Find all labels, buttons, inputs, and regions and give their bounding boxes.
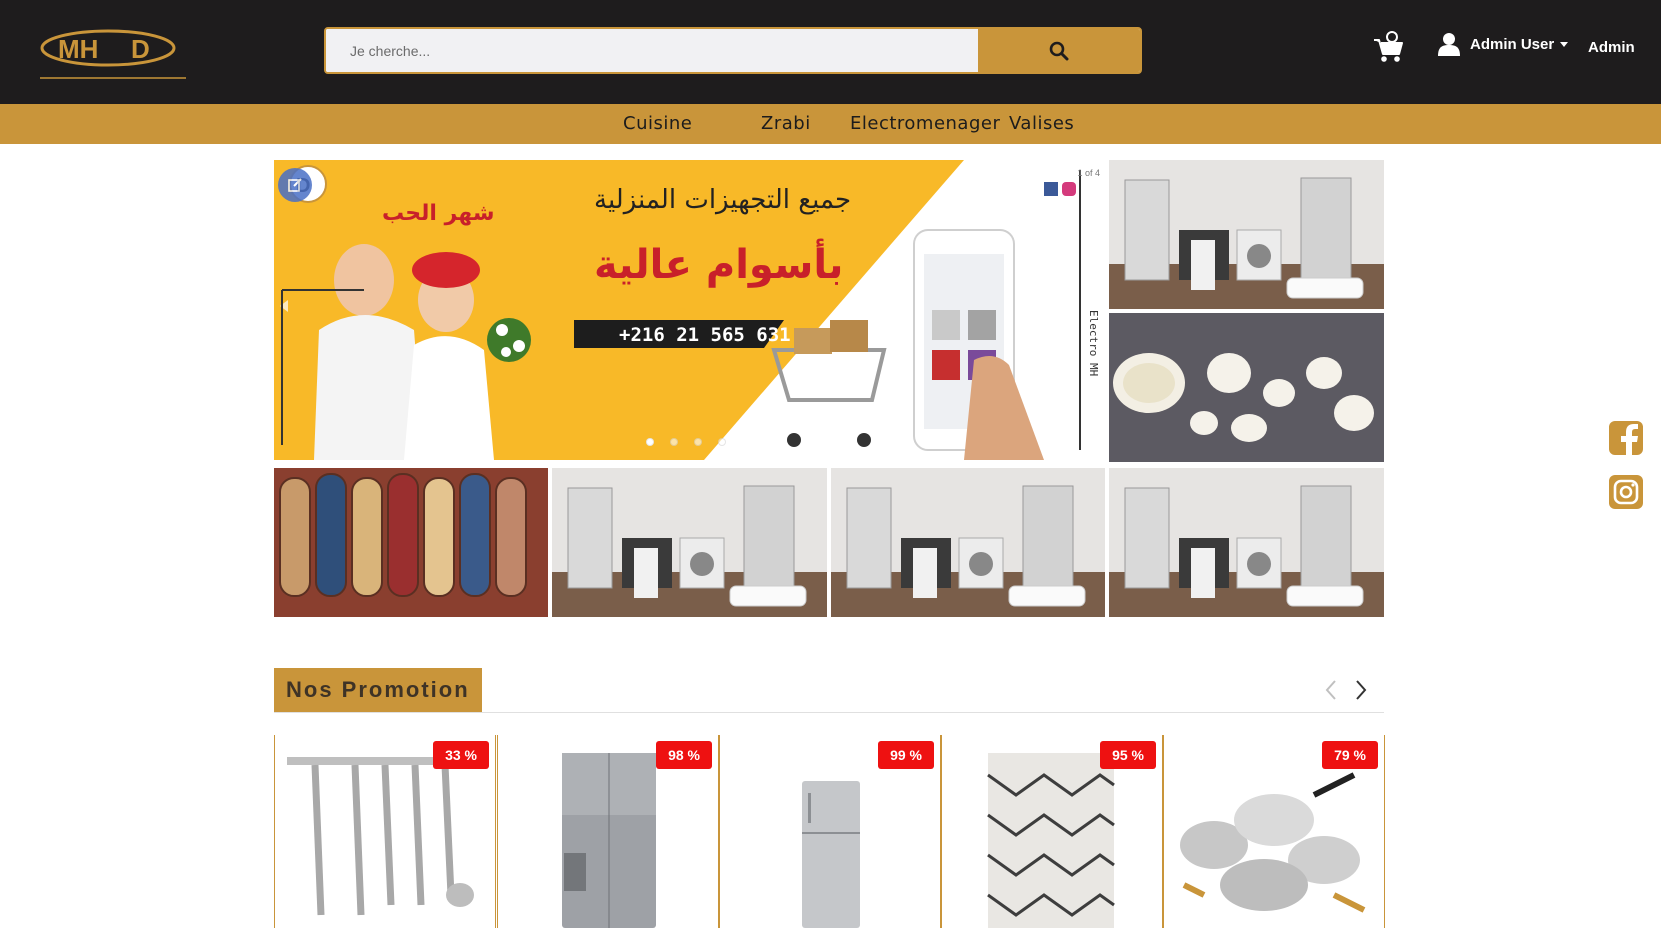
banner-phone: +216 21 565 631 [619,324,791,346]
edit-icon[interactable] [278,168,312,202]
promo-divider [274,712,1384,713]
thumb-appliances-2[interactable] [552,468,827,617]
top-header: MH D Admin User Admin [0,0,1661,104]
thumb-rugs[interactable] [274,468,548,617]
nav-item-valises[interactable]: Valises [1009,113,1074,134]
admin-link[interactable]: Admin [1588,39,1635,56]
nav-item-zrabi[interactable]: Zrabi [761,113,811,134]
promo-section-header: Nos Promotion [274,668,482,712]
promo-card[interactable]: 79 % [1163,735,1385,928]
discount-badge: 79 % [1322,741,1378,769]
discount-badge: 33 % [433,741,489,769]
facebook-icon[interactable] [1608,420,1644,456]
slide-counter: 1 of 4 [1077,168,1100,178]
slider-dot-2[interactable] [670,438,678,446]
search-bar [324,27,1142,74]
thumb-appliances-3[interactable] [831,468,1105,617]
thumb-appliances-4[interactable] [1109,468,1384,617]
slider-dot-1[interactable] [646,438,654,446]
search-button[interactable] [978,29,1140,72]
banner-side-text: Electro MH [1087,310,1100,376]
promo-card[interactable]: 95 % [941,735,1163,928]
nav-item-cuisine[interactable]: Cuisine [623,113,692,134]
discount-badge: 98 % [656,741,712,769]
promo-title: Nos Promotion [286,677,470,702]
promo-card[interactable]: 98 % [497,735,719,928]
search-icon [1049,41,1069,60]
banner-subtitle: بأسوام عالية [594,238,843,288]
svg-text:D: D [131,34,150,64]
promo-prev-arrow[interactable] [1320,678,1344,702]
nav-item-electromenager[interactable]: Electromenager [850,113,1000,134]
slider-dot-4[interactable] [718,438,726,446]
banner-tag: شهر الحب [382,201,494,226]
logo-text: MH [58,34,98,64]
slider-dots [646,438,726,446]
search-input[interactable] [326,29,978,72]
promo-card[interactable]: 99 % [719,735,941,928]
user-name[interactable]: Admin User [1470,36,1569,53]
banner-slider[interactable]: جميع التجهيزات المنزلية بأسوام عالية شهر… [274,160,1104,460]
promo-card[interactable]: 33 % [274,735,496,928]
slider-dot-3[interactable] [694,438,702,446]
chevron-down-icon [1560,41,1569,47]
promo-next-arrow[interactable] [1348,678,1372,702]
user-icon [1438,33,1460,56]
banner-image: جميع التجهيزات المنزلية بأسوام عالية شهر… [274,160,1104,460]
discount-badge: 95 % [1100,741,1156,769]
discount-badge: 99 % [878,741,934,769]
thumb-dinnerware[interactable] [1109,313,1384,462]
user-menu[interactable]: Admin User [1438,32,1569,56]
instagram-icon[interactable] [1608,474,1644,510]
thumb-appliances-top[interactable] [1109,160,1384,309]
site-logo[interactable]: MH D [36,26,188,82]
cart-icon[interactable] [1372,30,1404,64]
category-nav: Cuisine Zrabi Electromenager Valises [0,104,1661,144]
banner-title: جميع التجهيزات المنزلية [594,185,851,215]
